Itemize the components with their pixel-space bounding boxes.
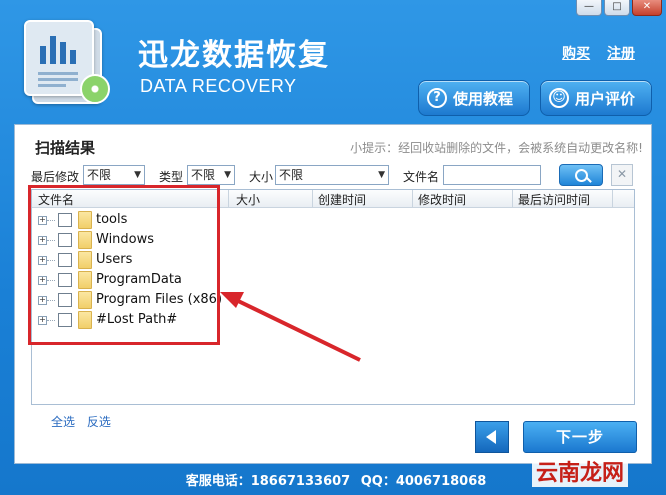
app-window: — □ ✕ 迅龙数据恢复 DATA RECOVERY 购买 注册 ? 使用教程 … bbox=[0, 0, 666, 495]
qq-label: QQ： bbox=[360, 474, 396, 489]
qq-number: 4006718068 bbox=[395, 474, 487, 489]
annotation-arrow bbox=[220, 292, 361, 362]
phone-label: 客服电话： bbox=[185, 474, 251, 489]
watermark: 云南龙网 bbox=[532, 455, 629, 487]
phone-number: 18667133607 bbox=[250, 474, 351, 489]
